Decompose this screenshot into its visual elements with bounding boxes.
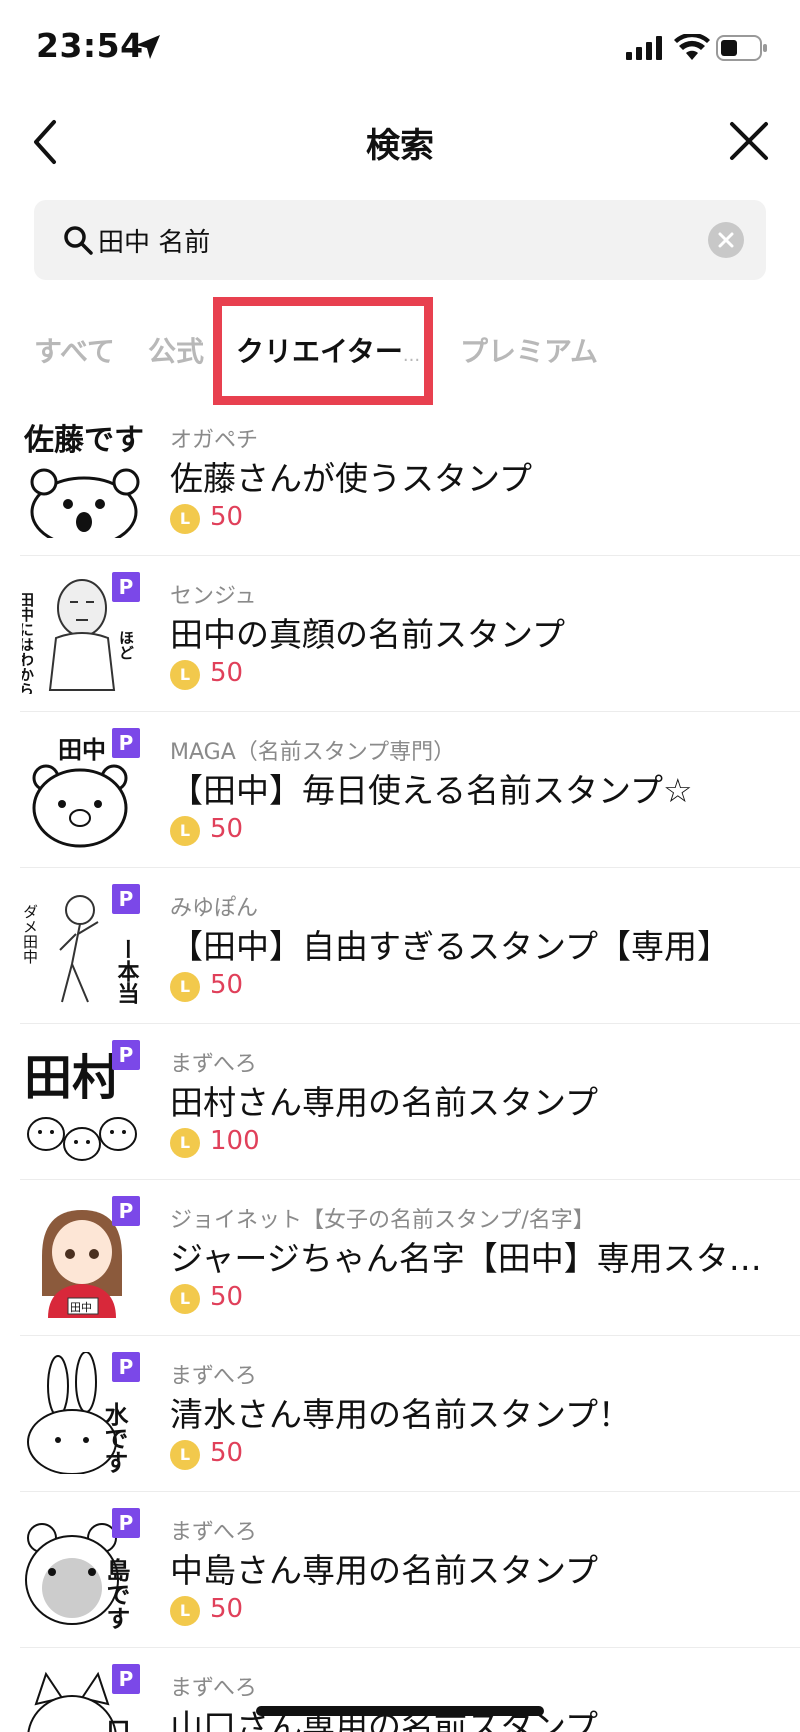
list-item[interactable]: ダメ田中 ー本当 P みゆぽん 【田中】自由すぎるスタンプ【専用】 L 50 — [20, 868, 800, 1024]
location-arrow-icon — [136, 35, 160, 59]
wifi-icon — [674, 34, 710, 60]
premium-badge: P — [112, 728, 140, 758]
creator-name: まずへろ — [170, 1052, 257, 1077]
price-value: 50 — [210, 1594, 244, 1624]
tab-all[interactable]: すべて — [34, 330, 115, 370]
sticker-list: 佐藤です オガペチ 佐藤さんが使うスタンプ L 50 田中にはわからん ほど — [0, 400, 800, 1732]
price-value: 50 — [210, 970, 244, 1000]
price-value: 50 — [210, 1438, 244, 1468]
creator-name: センジュ — [170, 584, 257, 609]
thumb-text-2: ー本当 — [114, 938, 140, 1005]
sticker-title: 山口さん専用の名前スタンプ — [170, 1707, 599, 1732]
list-item[interactable]: 口 P まずへろ 山口さん専用の名前スタンプ L 50 — [20, 1648, 800, 1732]
coin-icon: L — [170, 504, 200, 534]
thumb-text: 田中 — [58, 736, 106, 764]
premium-badge: P — [112, 884, 140, 914]
thumb-text: 口 — [102, 1718, 130, 1732]
thumb-text: 島です — [102, 1557, 130, 1630]
list-item[interactable]: 田中にはわからん ほど P センジュ 田中の真顔の名前スタンプ L 50 — [20, 556, 800, 712]
price-value: 50 — [210, 502, 244, 532]
list-item[interactable]: 島です P まずへろ 中島さん専用の名前スタンプ L 50 — [20, 1492, 800, 1648]
creator-name: ジョイネット【女子の名前スタンプ/名字】 — [170, 1208, 595, 1233]
status-bar: 23:54 — [0, 0, 800, 100]
sticker-title: 佐藤さんが使うスタンプ — [170, 459, 533, 498]
sticker-thumbnail: 佐藤です — [22, 416, 144, 538]
price-value: 50 — [210, 658, 244, 688]
close-icon[interactable] — [726, 118, 772, 164]
sticker-title: 田村さん専用の名前スタンプ — [170, 1083, 599, 1122]
bear-sticker-icon: 佐藤です — [23, 423, 144, 538]
coin-icon: L — [170, 660, 200, 690]
coin-icon: L — [170, 1596, 200, 1626]
thumb-text: 水です — [100, 1402, 128, 1474]
creator-name: オガペチ — [170, 428, 259, 453]
premium-badge: P — [112, 1196, 140, 1226]
thumb-text: 田中 — [70, 1301, 92, 1314]
creator-name: まずへろ — [170, 1520, 257, 1545]
sticker-title: 田中の真顔の名前スタンプ — [170, 615, 566, 654]
premium-badge: P — [112, 1040, 140, 1070]
creator-name: MAGA（名前スタンプ専門） — [170, 740, 456, 765]
nav-bar: 検索 — [0, 100, 800, 184]
coin-icon: L — [170, 1440, 200, 1470]
price-value: 100 — [210, 1126, 260, 1156]
thumb-text-2: ほど — [117, 630, 135, 660]
sticker-title: 中島さん専用の名前スタンプ — [170, 1551, 599, 1590]
sticker-title: 【田中】自由すぎるスタンプ【専用】 — [170, 927, 731, 966]
coin-icon: L — [170, 1128, 200, 1158]
list-item[interactable]: 田村 P まずへろ 田村さん専用の名前スタンプ L 100 — [20, 1024, 800, 1180]
thumb-text: 田中にはわからん — [22, 592, 35, 694]
premium-badge: P — [112, 1508, 140, 1538]
premium-badge: P — [112, 1664, 140, 1694]
thumb-text: 佐藤です — [23, 423, 144, 458]
tab-official[interactable]: 公式 — [148, 330, 204, 370]
coin-icon: L — [170, 972, 200, 1002]
page-title: 検索 — [366, 126, 434, 166]
premium-badge: P — [112, 572, 140, 602]
status-time: 23:54 — [36, 26, 144, 65]
home-indicator[interactable] — [256, 1706, 544, 1716]
creator-name: まずへろ — [170, 1364, 257, 1389]
tab-premium[interactable]: プレミアム — [460, 330, 598, 370]
price-value: 50 — [210, 814, 244, 844]
sticker-title: ジャージちゃん名字【田中】専用スタ… — [170, 1239, 762, 1278]
price-value: 50 — [210, 1282, 244, 1312]
list-item[interactable]: 田中 P ジョイネット【女子の名前スタンプ/名字】 ジャージちゃん名字【田中】専… — [20, 1180, 800, 1336]
coin-icon: L — [170, 816, 200, 846]
battery-icon — [716, 35, 767, 61]
premium-badge: P — [112, 1352, 140, 1382]
coin-icon: L — [170, 1284, 200, 1314]
list-item[interactable]: 佐藤です オガペチ 佐藤さんが使うスタンプ L 50 — [20, 400, 800, 556]
sticker-title: 清水さん専用の名前スタンプ！ — [170, 1395, 632, 1434]
search-box[interactable] — [34, 200, 766, 280]
list-item[interactable]: 田中 P MAGA（名前スタンプ専門） 【田中】毎日使える名前スタンプ☆ L 5… — [20, 712, 800, 868]
clear-x-icon — [718, 232, 734, 248]
annotation-highlight-box — [213, 297, 433, 405]
thumb-text: 田村 — [24, 1050, 120, 1106]
clear-search-button[interactable] — [708, 222, 744, 258]
search-icon — [64, 226, 93, 255]
list-item[interactable]: 水です P まずへろ 清水さん専用の名前スタンプ！ L 50 — [20, 1336, 800, 1492]
search-input[interactable] — [98, 200, 658, 280]
creator-name: まずへろ — [170, 1676, 257, 1701]
sticker-title: 【田中】毎日使える名前スタンプ☆ — [170, 771, 693, 810]
cellular-signal-icon — [626, 36, 662, 60]
thumb-text: ダメ田中 — [22, 904, 39, 964]
creator-name: みゆぽん — [170, 896, 259, 921]
